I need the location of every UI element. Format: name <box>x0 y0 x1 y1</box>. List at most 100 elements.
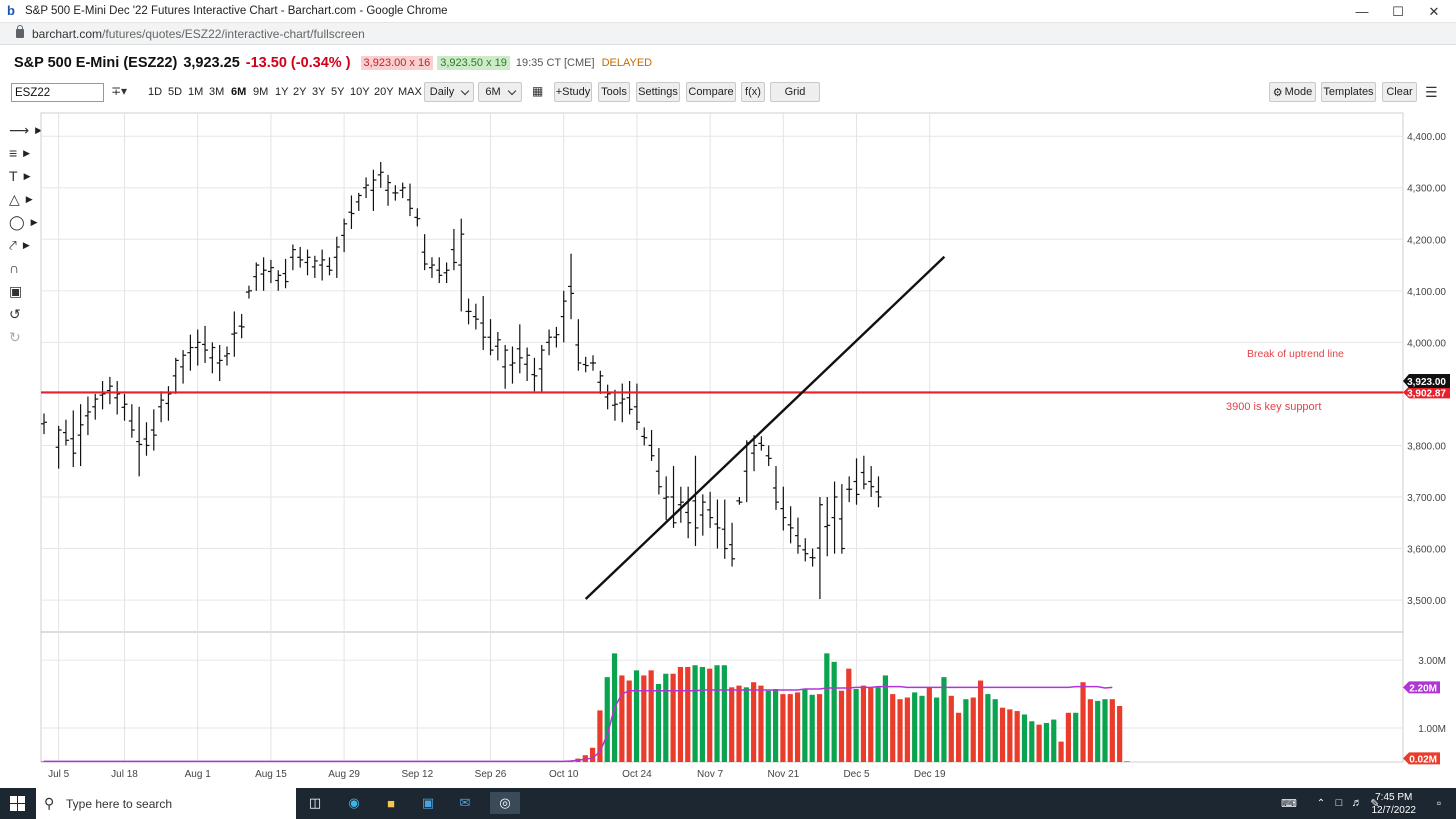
volume-bar <box>773 689 779 762</box>
volume-bar <box>912 692 918 762</box>
y-tick-label: 3,700.00 <box>1407 493 1446 504</box>
volume-bar <box>838 690 845 762</box>
volume-bar <box>626 680 632 762</box>
volume-bar <box>1021 714 1028 762</box>
volume-bar <box>831 661 837 762</box>
volume-bar <box>985 694 991 762</box>
windows-logo-icon <box>10 795 25 811</box>
volume-bar <box>1029 721 1035 762</box>
clock-time: 7:45 PM <box>1375 792 1413 803</box>
volume-tick-label: 3.00M <box>1418 656 1446 667</box>
y-tick-label: 3,800.00 <box>1407 441 1446 452</box>
volume-bar <box>1051 719 1057 762</box>
volume-bar <box>860 685 867 762</box>
y-tick-label: 4,200.00 <box>1407 235 1446 246</box>
volume-bar <box>677 666 684 762</box>
volume-bar <box>721 665 727 762</box>
last-price-label: 3,923.00 <box>1407 377 1446 388</box>
volume-bar <box>670 673 676 762</box>
volume-bar <box>633 670 640 762</box>
keyboard-icon[interactable]: ⌨ <box>1278 792 1300 814</box>
volume-bar <box>948 695 954 762</box>
search-icon: ⚲ <box>44 795 55 811</box>
volume-bar <box>809 694 815 762</box>
price-chart[interactable]: Jul 5 Jul 18 Aug 1 Aug 15 Aug 29 Sep 12 Sep 26… <box>0 0 1456 788</box>
volume-bar <box>1058 741 1064 762</box>
x-tick-label: Sep 12 <box>401 769 433 780</box>
x-tick-label: Aug 29 <box>328 769 360 780</box>
volume-bar <box>641 675 647 762</box>
edge-icon[interactable]: ◉ <box>343 792 365 814</box>
volume-bar <box>692 665 698 762</box>
volume-bar <box>685 666 691 762</box>
volume-bar <box>619 675 625 762</box>
volume-bar <box>802 689 808 762</box>
volume-bar <box>758 685 764 762</box>
volume-bar <box>1007 709 1013 762</box>
volume-bar <box>1117 705 1123 762</box>
volume-bar <box>1043 722 1050 762</box>
volume-bar <box>729 687 735 762</box>
volume-bar <box>824 653 830 762</box>
volume-bar <box>846 668 852 762</box>
task-view-icon[interactable]: ◫ <box>304 792 326 814</box>
volume-bar <box>604 677 610 762</box>
volume-bar <box>934 697 940 762</box>
volume-bar <box>743 687 749 762</box>
volume-bar <box>977 680 984 762</box>
volume-bar <box>794 692 801 762</box>
volume-bar <box>868 687 874 762</box>
volume-bar <box>765 690 771 762</box>
volume-current-label: 0.02M <box>1409 754 1437 765</box>
volume-bar <box>890 694 896 762</box>
volume-bar <box>875 687 881 762</box>
volume-bar <box>1036 724 1042 762</box>
volume-bar <box>1087 699 1093 762</box>
notifications-icon[interactable]: ▫ <box>1428 792 1450 814</box>
x-tick-label: Aug 1 <box>185 769 212 780</box>
volume-bar <box>853 689 859 762</box>
x-tick-label: Jul 18 <box>111 769 138 780</box>
search-placeholder: Type here to search <box>66 796 173 811</box>
volume-bar <box>699 666 705 762</box>
volume-bar <box>648 670 654 762</box>
taskbar-search-box[interactable]: ⚲ Type here to search <box>36 788 296 819</box>
volume-tick-label: 1.00M <box>1418 724 1446 735</box>
y-tick-label: 4,300.00 <box>1407 184 1446 195</box>
volume-bar <box>1109 699 1115 762</box>
volume-bar <box>707 668 713 762</box>
volume-bar <box>1014 711 1020 762</box>
x-tick-label: Oct 10 <box>549 769 579 780</box>
volume-bar <box>780 694 786 762</box>
volume-bar <box>1095 700 1101 762</box>
x-tick-label: Sep 26 <box>475 769 507 780</box>
volume-bar <box>970 697 976 762</box>
volume-bar <box>956 712 962 762</box>
x-tick-label: Aug 15 <box>255 769 287 780</box>
file-explorer-icon[interactable]: ■ <box>380 792 402 814</box>
volume-bar <box>963 699 969 762</box>
y-tick-label: 4,100.00 <box>1407 287 1446 298</box>
volume-bar <box>1080 682 1086 762</box>
y-tick-label: 4,000.00 <box>1407 338 1446 349</box>
volume-bar <box>663 673 669 762</box>
chrome-icon[interactable]: ◎ <box>490 792 520 814</box>
taskbar-clock[interactable]: 7:45 PM 12/7/2022 <box>1372 791 1417 817</box>
volume-bar <box>919 695 925 762</box>
y-tick-label: 4,400.00 <box>1407 132 1446 143</box>
volume-bar <box>1102 699 1108 762</box>
clock-date: 12/7/2022 <box>1371 805 1417 816</box>
x-tick-label: Dec 19 <box>914 769 946 780</box>
volume-bar <box>926 687 932 762</box>
volume-bar <box>1073 712 1079 762</box>
store-icon[interactable]: ▣ <box>417 792 439 814</box>
mail-icon[interactable]: ✉ <box>454 792 476 814</box>
volume-bar <box>1065 712 1071 762</box>
x-tick-label: Dec 5 <box>843 769 870 780</box>
volume-bar <box>751 682 757 762</box>
volume-bar <box>897 699 903 762</box>
start-button[interactable] <box>0 788 36 819</box>
volume-bar <box>787 694 793 762</box>
volume-bar <box>904 697 910 762</box>
volume-bar <box>816 694 823 762</box>
